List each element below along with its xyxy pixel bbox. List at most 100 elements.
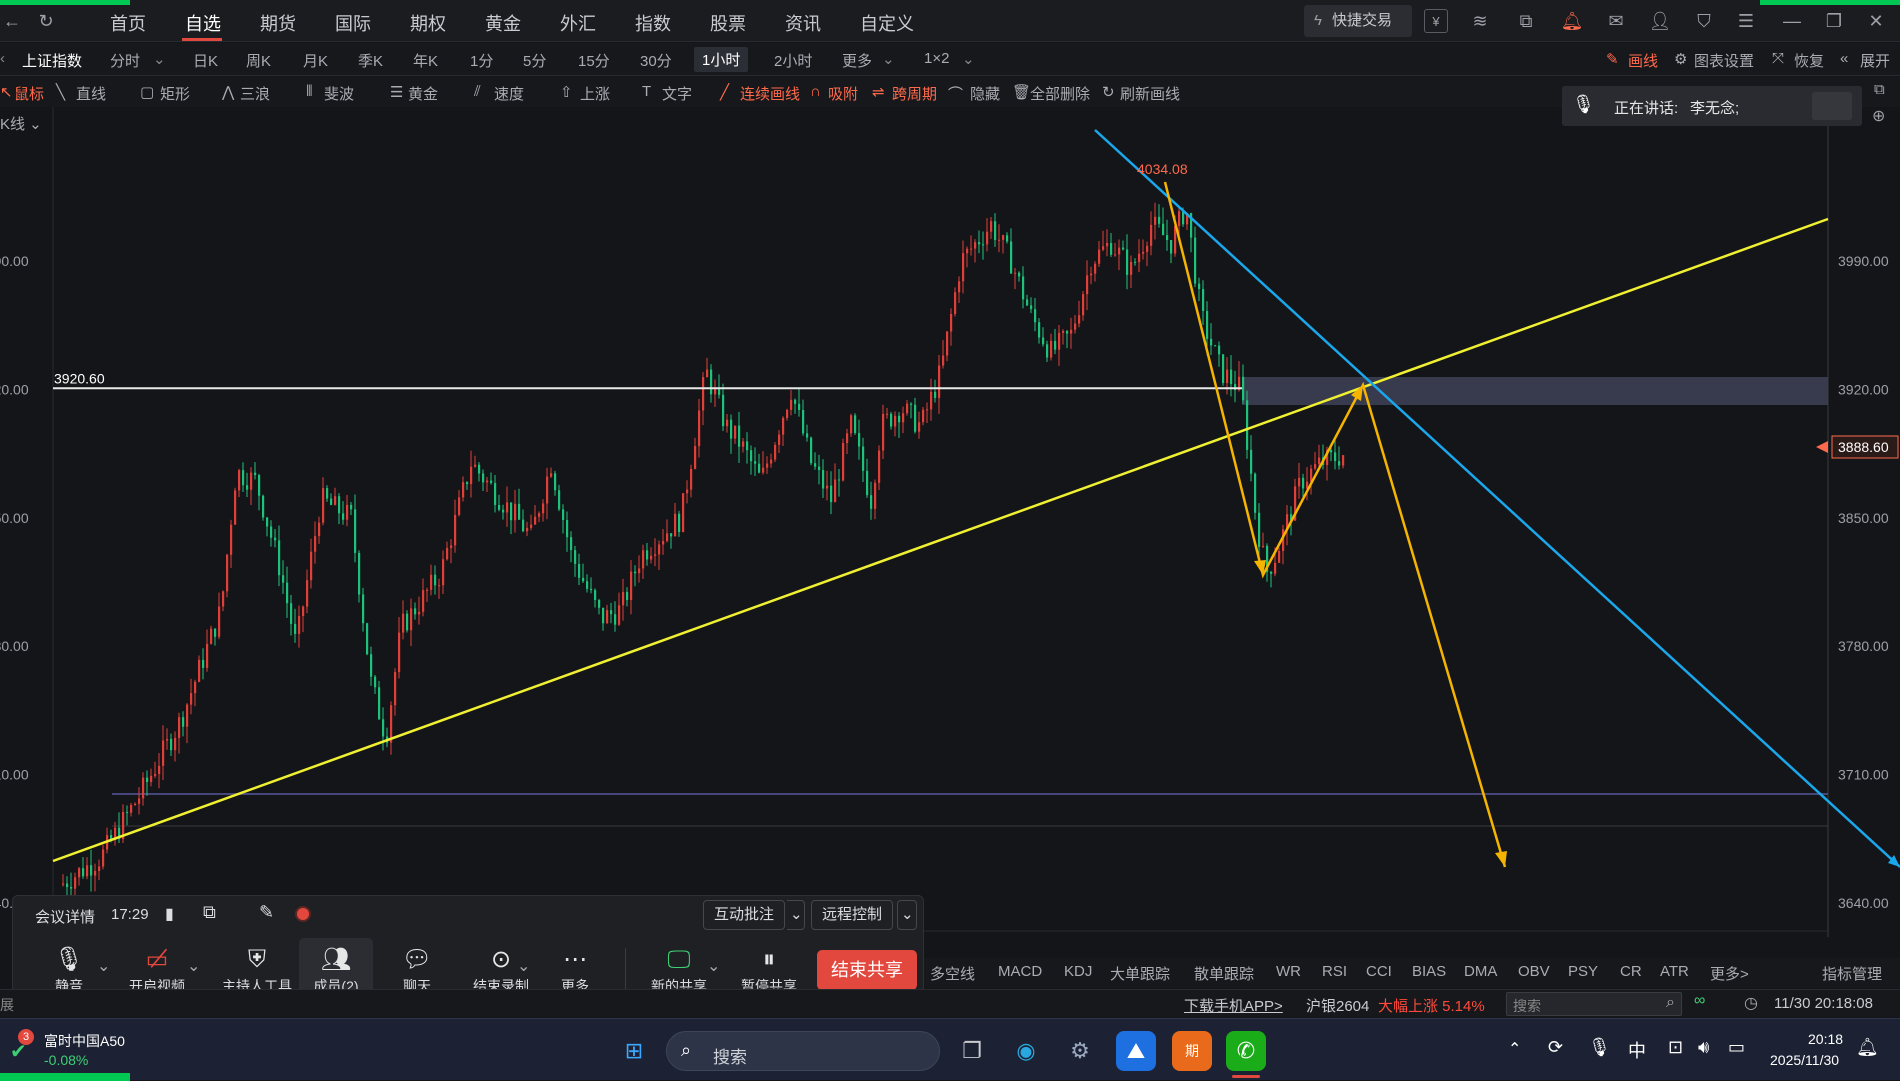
line-icon[interactable]: ╲ (56, 83, 65, 101)
up-arrow-icon[interactable]: ⇧ (560, 83, 573, 101)
indicator-tab[interactable]: ATR (1660, 963, 1689, 980)
period-month[interactable]: 月K (303, 50, 328, 71)
refresh-icon[interactable]: ↻ (1102, 83, 1115, 101)
nav-forex[interactable]: 外汇 (560, 10, 596, 36)
indicator-tab[interactable]: PSY (1568, 963, 1598, 980)
indicator-tab[interactable]: BIAS (1412, 963, 1446, 980)
chevron-down-icon[interactable]: ⌄ (187, 956, 200, 976)
chevron-down-icon[interactable]: ⌄ (97, 956, 110, 976)
pen-icon[interactable]: ✎ (1606, 50, 1619, 68)
gear-icon[interactable]: ⚙ (1674, 50, 1687, 68)
nav-news[interactable]: 资讯 (785, 10, 821, 36)
indicator-tab[interactable]: OBV (1518, 963, 1550, 980)
clock-time[interactable]: 20:18 (1808, 1031, 1843, 1047)
chevron-down-icon[interactable]: ⌄ (962, 50, 975, 68)
mail-icon[interactable]: ✉ (1604, 9, 1628, 33)
tool-line[interactable]: 直线 (76, 83, 106, 104)
yuan-icon[interactable]: ¥ (1424, 9, 1448, 33)
user-icon[interactable]: 👤︎ (1648, 9, 1672, 33)
indicator-tab[interactable]: WR (1276, 963, 1301, 980)
expand-button[interactable]: 展开 (1860, 50, 1890, 71)
wechat-icon[interactable]: ✆ (1226, 1031, 1266, 1071)
close-icon[interactable]: ✕ (1864, 9, 1888, 33)
chevron-up-icon[interactable]: ⌃ (1508, 1039, 1521, 1059)
tool-up[interactable]: 上涨 (580, 83, 610, 104)
widget-name[interactable]: 富时中国A50 (44, 1031, 125, 1051)
battery-icon[interactable]: ▭ (1728, 1037, 1745, 1058)
indicator-more[interactable]: 更多> (1710, 963, 1749, 984)
indicator-tab[interactable]: KDJ (1064, 963, 1092, 980)
speed-icon[interactable]: ⫽ (474, 83, 481, 100)
menu-icon[interactable]: ☰ (1734, 9, 1758, 33)
chevron-down-icon[interactable]: ⌄ (707, 956, 720, 976)
nav-options[interactable]: 期权 (410, 10, 446, 36)
nav-home[interactable]: 首页 (110, 10, 146, 36)
back-icon[interactable]: ← (0, 9, 24, 33)
annotate-off-icon[interactable]: ✎ (259, 902, 274, 923)
continuous-line-icon[interactable]: ╱ (720, 83, 729, 101)
indicator-tab[interactable]: RSI (1322, 963, 1347, 980)
tool-mouse[interactable]: 鼠标 (14, 83, 44, 104)
tool-snap[interactable]: 吸附 (828, 83, 858, 104)
tool-speed[interactable]: 速度 (494, 83, 524, 104)
rect-icon[interactable]: ▢ (140, 83, 154, 101)
annotate-dropdown-icon[interactable]: ⌄ (787, 900, 805, 930)
ticker-name[interactable]: 沪银2604 (1306, 995, 1369, 1016)
period-1hour[interactable]: 1小时 (694, 47, 749, 72)
period-year[interactable]: 年K (413, 50, 438, 71)
restore-arrows-icon[interactable]: ⤧ (1772, 50, 1784, 67)
chevron-down-icon[interactable]: ⌄ (882, 50, 895, 68)
indicator-tab[interactable]: 多空线 (930, 963, 975, 984)
record-dot-icon[interactable] (295, 906, 311, 922)
futures-app-icon[interactable]: 期 (1172, 1031, 1212, 1071)
ime-indicator[interactable]: 中 (1628, 1037, 1646, 1063)
remote-dropdown-icon[interactable]: ⌄ (897, 900, 917, 930)
indicator-tab[interactable]: 大单跟踪 (1110, 963, 1170, 984)
kline-chart[interactable]: K线 ⌄ 3990.003990.003920.003920.003850.00… (0, 107, 1900, 937)
minimize-icon[interactable]: — (1780, 9, 1804, 33)
period-5min[interactable]: 5分 (523, 50, 546, 71)
tool-cross-period[interactable]: 跨周期 (892, 83, 937, 104)
interactive-annotate-button[interactable]: 互动批注 (703, 900, 786, 930)
text-icon[interactable]: T (642, 83, 651, 100)
chevron-down-icon[interactable]: ⌄ (517, 956, 530, 976)
golden-icon[interactable]: ☰ (390, 83, 403, 101)
tool-fib[interactable]: 斐波 (324, 83, 354, 104)
prev-arrow-icon[interactable]: ‹ (0, 50, 5, 67)
bell-icon[interactable]: 🔔︎ (1560, 9, 1584, 33)
indicator-tab[interactable]: CR (1620, 963, 1642, 980)
search-icon[interactable]: ⌕ (1666, 994, 1675, 1012)
hide-icon[interactable]: ⌒ (948, 83, 963, 104)
cross-period-icon[interactable]: ⇌ (872, 83, 885, 101)
volume-icon[interactable]: 🔊︎ (1698, 1037, 1709, 1058)
symbol-label[interactable]: 上证指数 (22, 50, 82, 71)
period-week[interactable]: 周K (246, 50, 271, 71)
period-30min[interactable]: 30分 (640, 50, 672, 71)
wave-icon[interactable]: ⋀ (222, 83, 234, 101)
tool-three-wave[interactable]: 三浪 (240, 83, 270, 104)
stock-widget-icon[interactable]: ✔ 3 (10, 1029, 36, 1063)
notification-icon[interactable]: 🔔︎ (1856, 1037, 1879, 1058)
expand-label[interactable]: 展 (0, 995, 14, 1015)
edge-browser-icon[interactable]: ◉ (1006, 1031, 1046, 1071)
indicator-tab[interactable]: DMA (1464, 963, 1497, 980)
tool-golden[interactable]: 黄金 (408, 83, 438, 104)
sync-icon[interactable]: ⟳ (1548, 1037, 1563, 1058)
shirt-icon[interactable]: ⛉ (1692, 9, 1716, 33)
tool-hide[interactable]: 隐藏 (970, 83, 1000, 104)
window-icon[interactable]: ⧉ (1514, 9, 1538, 33)
meeting-details[interactable]: 会议详情 (35, 906, 95, 927)
indicator-tab[interactable]: MACD (998, 963, 1042, 980)
task-view-icon[interactable]: ❐ (952, 1031, 992, 1071)
tool-rect[interactable]: 矩形 (160, 83, 190, 104)
lark-app-icon[interactable]: ⛰ (1116, 1031, 1156, 1071)
chart-settings-button[interactable]: 图表设置 (1694, 50, 1754, 71)
indicator-tab[interactable]: 散单跟踪 (1194, 963, 1254, 984)
nav-gold[interactable]: 黄金 (485, 10, 521, 36)
nav-watchlist[interactable]: 自选 (185, 10, 221, 36)
remote-control-button[interactable]: 远程控制 (811, 900, 894, 930)
draw-line-button[interactable]: 画线 (1628, 50, 1658, 71)
period-day[interactable]: 日K (193, 50, 218, 71)
search-input[interactable]: 搜索 ⌕ (1506, 992, 1682, 1016)
indicator-tab[interactable]: CCI (1366, 963, 1392, 980)
